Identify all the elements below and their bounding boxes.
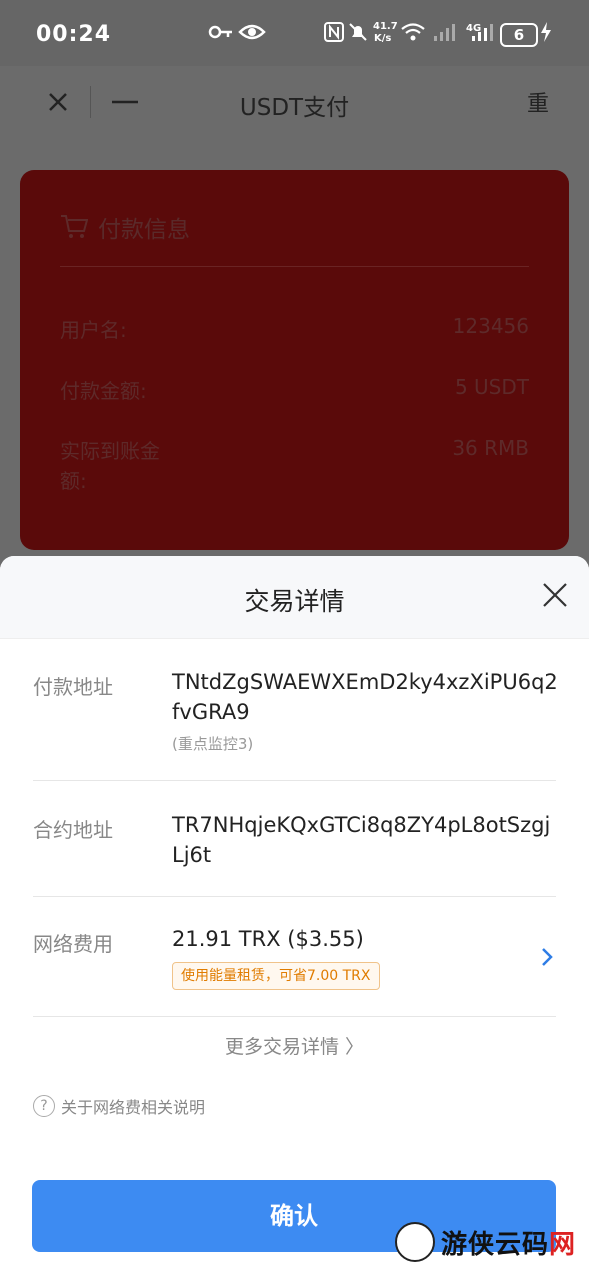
eye-icon [238, 22, 266, 47]
card-divider [60, 266, 529, 267]
network-fee-label: 网络费用 [33, 932, 113, 956]
row-divider [33, 896, 556, 897]
card-row-username: 用户名: 123456 [60, 314, 529, 343]
network-fee-chevron[interactable] [540, 946, 554, 972]
battery-indicator: 6 [500, 23, 538, 47]
row-label: 用户名: [60, 318, 127, 342]
row-label: 付款金额: [60, 379, 147, 403]
speed-unit: K/s [374, 33, 392, 44]
page-title: USDT支付 [239, 95, 350, 121]
sheet-header: 交易详情 [0, 556, 589, 639]
top-nav-bar: USDT支付 重 [0, 66, 589, 138]
card-title: 付款信息 [98, 217, 190, 243]
charging-icon [540, 22, 552, 47]
speed-value: 41.7 [373, 21, 398, 32]
row-value: 123456 [452, 314, 529, 338]
network-fee-help-link[interactable]: ? 关于网络费相关说明 [33, 1094, 205, 1118]
chevron-right-icon [542, 948, 553, 966]
card-header: 付款信息 [60, 210, 190, 244]
status-time: 00:24 [36, 22, 112, 47]
sheet-close-button[interactable] [540, 580, 574, 614]
row-divider [33, 1016, 556, 1017]
sheet-title: 交易详情 [244, 587, 345, 616]
key-icon [208, 22, 234, 47]
watermark-avatar-icon [395, 1222, 435, 1262]
signal-icon-2 [470, 22, 496, 47]
row-value: 36 RMB [452, 436, 529, 460]
contract-address-value[interactable]: TR7NHqjeKQxGTCi8q8ZY4pL8otSzgjLj6t [172, 810, 562, 870]
nfc-icon [324, 22, 344, 47]
payment-address-value[interactable]: TNtdZgSWAEWXEmD2ky4xzXiPU6q2fvGRA9 [172, 667, 562, 727]
payment-info-card: 付款信息 用户名: 123456 付款金额: 5 USDT 实际到账金额: 36… [20, 170, 569, 550]
mute-icon [348, 22, 368, 47]
energy-rental-badge: 使用能量租赁，可省7.00 TRX [172, 962, 380, 990]
contract-address-label: 合约地址 [33, 818, 113, 842]
question-icon: ? [33, 1095, 55, 1117]
more-details-link[interactable]: 更多交易详情 〉 [0, 1032, 589, 1059]
wifi-icon [400, 22, 426, 47]
network-fee-value: 21.91 TRX ($3.55) [172, 927, 364, 951]
row-value: 5 USDT [454, 375, 529, 399]
signal-icon-1 [432, 22, 458, 47]
card-row-received: 实际到账金额: 36 RMB [60, 436, 529, 496]
close-icon [543, 583, 567, 607]
watermark-logo: 游侠云码网 [395, 1222, 576, 1262]
payment-address-note: (重点监控3) [172, 735, 254, 753]
row-label: 实际到账金额: [60, 439, 160, 493]
payment-address-label: 付款地址 [33, 675, 113, 699]
status-bar: 00:24 41.7 K/s 4G 6 [0, 0, 589, 66]
cart-icon [61, 215, 88, 238]
help-text: 关于网络费相关说明 [61, 1098, 206, 1117]
row-divider [33, 780, 556, 781]
refresh-button[interactable]: 重 [522, 84, 554, 120]
transaction-details-sheet: 交易详情 付款地址 TNtdZgSWAEWXEmD2ky4xzXiPU6q2fv… [0, 556, 589, 1280]
watermark-text: 游侠云码网 [441, 1229, 577, 1260]
card-row-amount: 付款金额: 5 USDT [60, 375, 529, 404]
